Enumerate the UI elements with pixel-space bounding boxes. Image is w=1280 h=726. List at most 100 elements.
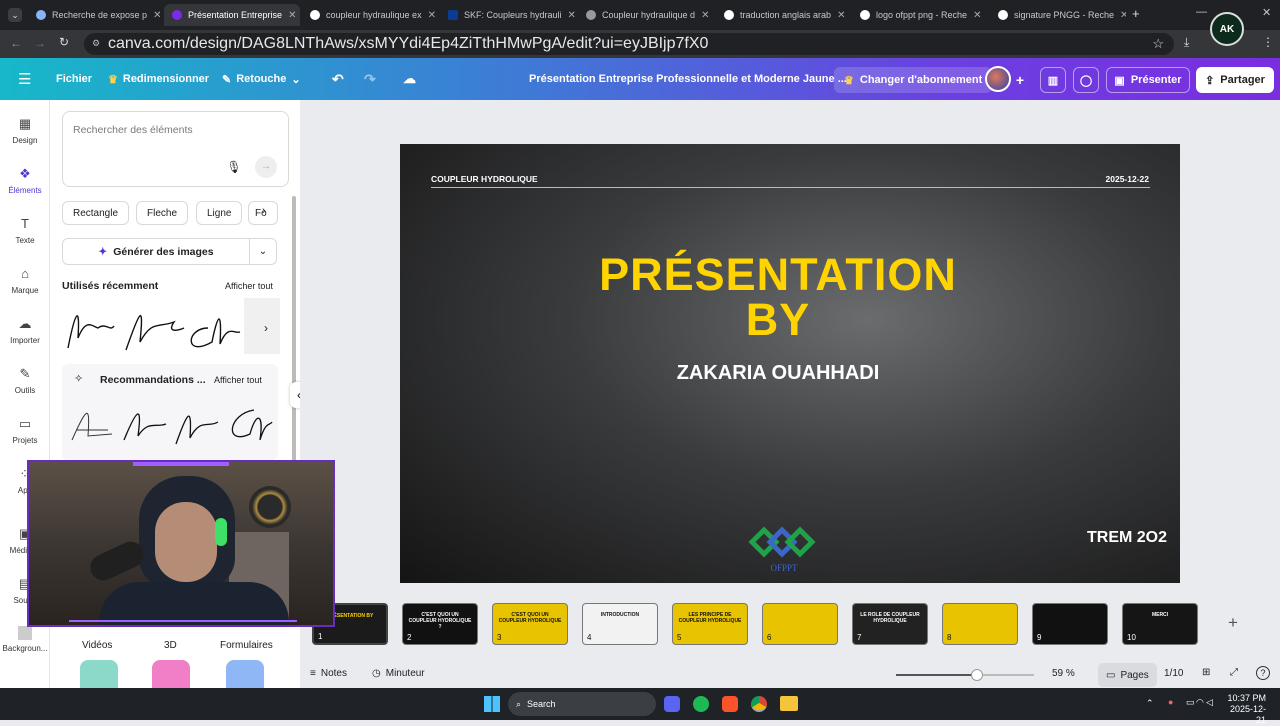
tab-close-icon[interactable]: ✕ (701, 10, 709, 21)
microphone-tray-icon[interactable]: ● (1168, 697, 1173, 707)
grid-view-icon[interactable]: ⊞ (1202, 667, 1210, 678)
emoji-thumbnail[interactable] (80, 660, 118, 688)
microphone-icon[interactable]: 🎙 (223, 156, 245, 178)
browser-tab[interactable]: coupleur hydraulique ex ✕ (302, 4, 438, 26)
tab-close-icon[interactable]: ✕ (288, 10, 296, 21)
download-icon[interactable]: ⤓ (1184, 35, 1189, 50)
new-tab-icon[interactable]: + (1132, 6, 1140, 21)
spotify-icon[interactable] (693, 696, 709, 712)
slide-title[interactable]: PRÉSENTATION BY (400, 252, 1156, 342)
page-thumbnail[interactable]: LE ROLE DE COUPLEUR HYDROLIQUE 7 (852, 603, 928, 645)
search-box[interactable]: Rechercher des éléments 🎙 → (62, 111, 289, 187)
form-thumbnail[interactable] (226, 660, 264, 688)
browser-tab[interactable]: Recherche de expose p ✕ (28, 4, 160, 26)
signature-element[interactable] (71, 412, 113, 441)
tab-close-icon[interactable]: ✕ (153, 10, 160, 21)
file-explorer-icon[interactable] (780, 696, 798, 711)
chip-rectangle[interactable]: Rectangle (62, 201, 130, 225)
wifi-icon[interactable]: ◠ (1196, 697, 1204, 708)
page-thumbnail[interactable]: 6 (762, 603, 838, 645)
rail-item-projects[interactable]: ▭ Projets (0, 416, 50, 445)
category-forms[interactable]: Formulaires (220, 640, 273, 651)
tab-close-icon[interactable]: ✕ (428, 10, 436, 21)
signature-element[interactable] (67, 315, 115, 349)
signature-element[interactable] (175, 415, 219, 445)
pages-button[interactable]: ▭ Pages (1098, 663, 1157, 687)
chrome-icon[interactable] (751, 696, 767, 712)
file-menu-button[interactable]: Fichier (56, 58, 92, 100)
taskbar-search-box[interactable]: ⌕ Search (508, 692, 656, 716)
fullscreen-icon[interactable]: ⤢ (1230, 667, 1238, 678)
comment-icon[interactable]: ◯ (1073, 67, 1099, 93)
rail-item-tools[interactable]: ✎ Outils (0, 366, 50, 395)
forward-icon[interactable]: → (34, 36, 46, 50)
discord-icon[interactable] (664, 696, 680, 712)
generate-images-dropdown[interactable]: ⌄ (249, 238, 277, 265)
chips-scroll-right-icon[interactable]: › (262, 205, 266, 217)
zoom-slider[interactable] (896, 669, 1034, 681)
rail-item-design[interactable]: ▦ Design (0, 116, 50, 145)
ofppt-logo[interactable]: OFPPT (748, 524, 820, 574)
analytics-icon[interactable]: ▥ (1040, 67, 1066, 93)
category-3d[interactable]: 3D (164, 640, 177, 651)
search-input[interactable]: Rechercher des éléments (73, 124, 193, 136)
page-thumbnail[interactable]: 9 (1032, 603, 1108, 645)
signature-element[interactable] (231, 409, 273, 441)
share-button[interactable]: ⇪ Partager (1196, 67, 1274, 93)
slide-footer-text[interactable]: TREM 2O2 (1087, 529, 1167, 547)
browser-tab[interactable]: logo ofppt png - Reche ✕ (852, 4, 988, 26)
rail-item-background[interactable]: Backgroun... (0, 626, 50, 653)
page-thumbnail[interactable]: C'EST QUOI UN COUPLEUR HYDROLIQUE ? 2 (402, 603, 478, 645)
page-thumbnail[interactable]: LES PRINCIPE DE COUPLEUR HYDROLIQUE 5 (672, 603, 748, 645)
network-icon[interactable]: ▭ (1186, 697, 1195, 708)
back-icon[interactable]: ← (10, 36, 22, 50)
undo-icon[interactable]: ↶ (332, 58, 344, 100)
page-thumbnail[interactable]: 8 (942, 603, 1018, 645)
recommendations-see-all-link[interactable]: Afficher tout (214, 375, 262, 385)
add-page-icon[interactable]: + (1222, 612, 1244, 634)
browser-tab-active[interactable]: Présentation Entreprise ✕ (164, 4, 300, 26)
document-title[interactable]: Présentation Entreprise Professionnelle … (529, 58, 847, 100)
present-button[interactable]: ▣ Présenter (1106, 67, 1190, 93)
url-bar[interactable]: ⚙ canva.com/design/DAG8LNThAws/xsMYYdi4E… (84, 33, 1174, 55)
zoom-level[interactable]: 59 % (1052, 668, 1075, 679)
page-thumbnail[interactable]: MERCI 10 (1122, 603, 1198, 645)
slide-header-left[interactable]: COUPLEUR HYDROLIQUE (431, 174, 538, 184)
upgrade-button[interactable]: ♛ Changer d'abonnement (834, 67, 993, 93)
browser-tab[interactable]: traduction anglais arab ✕ (716, 4, 852, 26)
category-videos[interactable]: Vidéos (82, 640, 112, 651)
tab-close-icon[interactable]: ✕ (973, 10, 981, 21)
redo-icon[interactable]: ↷ (364, 58, 376, 100)
recent-scroll-right-icon[interactable]: › (264, 321, 268, 335)
slide-canvas[interactable]: COUPLEUR HYDROLIQUE 2025-12-22 PRÉSENTAT… (400, 144, 1180, 583)
slide-subtitle[interactable]: ZAKARIA OUAHHADI (400, 362, 1156, 385)
browser-tab[interactable]: SKF: Coupleurs hydrauli ✕ (440, 4, 576, 26)
cloud-saved-icon[interactable]: ☁ (403, 58, 416, 100)
close-window-icon[interactable]: ✕ (1262, 6, 1271, 19)
notes-button[interactable]: ≡ Notes (310, 668, 347, 679)
volume-icon[interactable]: ◁ (1206, 697, 1213, 708)
tab-close-icon[interactable]: ✕ (568, 10, 576, 21)
zoom-slider-handle[interactable] (971, 669, 983, 681)
bookmark-star-icon[interactable]: ☆ (1152, 36, 1164, 52)
tab-list-dropdown[interactable]: ⌄ (8, 8, 22, 22)
minimize-icon[interactable]: — (1196, 6, 1207, 18)
site-info-icon[interactable]: ⚙ (92, 38, 100, 49)
generate-images-button[interactable]: ✦ Générer des images (62, 238, 250, 265)
rail-item-brand[interactable]: ⌂ Marque (0, 266, 50, 295)
edit-mode-button[interactable]: ✎ Retouche ⌄ (222, 58, 301, 100)
signature-element[interactable] (123, 413, 167, 441)
chip-arrow[interactable]: Fleche (136, 201, 189, 225)
browser-tab[interactable]: Coupleur hydraulique d ✕ (578, 4, 714, 26)
chip-line[interactable]: Ligne (196, 201, 243, 225)
signature-element[interactable] (190, 318, 241, 348)
add-collaborator-icon[interactable]: + (1010, 67, 1030, 93)
taskbar-clock[interactable]: 10:37 PM 2025-12-21 (1222, 693, 1266, 726)
profile-avatar[interactable]: AK (1210, 12, 1244, 46)
resize-button[interactable]: ♛ Redimensionner (108, 58, 209, 100)
rail-item-text[interactable]: T Texte (0, 216, 50, 245)
page-thumbnail[interactable]: INTRODUCTION 4 (582, 603, 658, 645)
windows-start-icon[interactable] (484, 696, 500, 712)
recent-see-all-link[interactable]: Afficher tout (225, 281, 273, 291)
tray-overflow-icon[interactable]: ⌃ (1146, 698, 1154, 709)
